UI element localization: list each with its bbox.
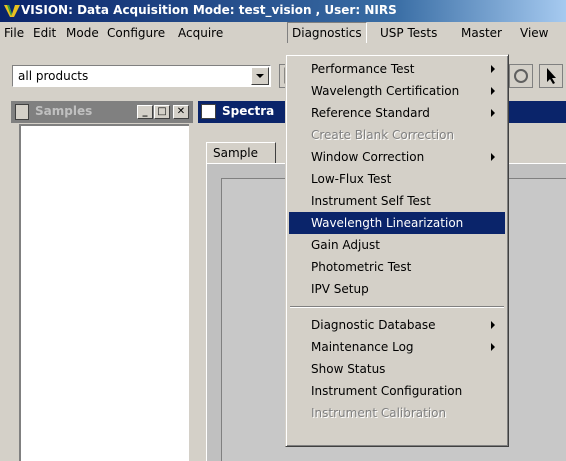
menu-item-label: Reference Standard (311, 106, 430, 120)
product-combo-value: all products (18, 69, 89, 83)
window-title: VISION: Data Acquisition Mode: test_visi… (21, 3, 397, 17)
menu-item-label: Window Correction (311, 150, 425, 164)
tab-sample[interactable]: Sample (206, 142, 276, 164)
toolbar-disc-button[interactable] (509, 64, 533, 88)
samples-panel-header: Samples _ □ ✕ (11, 101, 193, 123)
menu-item-show-status[interactable]: Show Status (289, 358, 505, 380)
menu-item-label: Photometric Test (311, 260, 412, 274)
menu-master[interactable]: Master (461, 25, 502, 41)
menu-item-label: Create Blank Correction (311, 128, 455, 142)
menu-item-window-correction[interactable]: Window Correction (289, 146, 505, 168)
vision-logo-icon (4, 5, 20, 17)
combo-dropdown-button[interactable] (251, 67, 269, 85)
menu-bar: File Edit Mode Configure Acquire Diagnos… (0, 22, 566, 43)
menu-item-label: Show Status (311, 362, 386, 376)
menu-item-performance-test[interactable]: Performance Test (289, 58, 505, 80)
submenu-arrow-icon (491, 343, 495, 351)
diagnostics-menu: Performance Test Wavelength Certificatio… (285, 54, 509, 447)
spectra-chart-icon (201, 104, 216, 119)
menu-item-label: Performance Test (311, 62, 415, 76)
menu-diagnostics[interactable]: Diagnostics (287, 22, 367, 43)
submenu-arrow-icon (491, 87, 495, 95)
menu-item-ipv-setup[interactable]: IPV Setup (289, 278, 505, 300)
menu-mode[interactable]: Mode (66, 25, 99, 41)
submenu-arrow-icon (491, 65, 495, 73)
menu-view[interactable]: View (520, 25, 548, 41)
menu-item-label: IPV Setup (311, 282, 369, 296)
close-button[interactable]: ✕ (173, 105, 189, 119)
menu-item-reference-standard[interactable]: Reference Standard (289, 102, 505, 124)
menu-item-wavelength-certification[interactable]: Wavelength Certification (289, 80, 505, 102)
pointer-icon (547, 68, 556, 84)
menu-item-instrument-self-test[interactable]: Instrument Self Test (289, 190, 505, 212)
toolbar-pointer-button[interactable] (539, 64, 563, 88)
submenu-arrow-icon (491, 109, 495, 117)
menu-acquire[interactable]: Acquire (178, 25, 223, 41)
menu-item-low-flux-test[interactable]: Low-Flux Test (289, 168, 505, 190)
menu-configure[interactable]: Configure (107, 25, 165, 41)
restore-button[interactable]: □ (154, 105, 170, 119)
menu-usp-tests[interactable]: USP Tests (380, 25, 437, 41)
menu-item-label: Wavelength Linearization (311, 216, 464, 230)
menu-item-wavelength-linearization[interactable]: Wavelength Linearization (289, 212, 505, 234)
menu-item-label: Diagnostic Database (311, 318, 436, 332)
menu-item-create-blank-correction: Create Blank Correction (289, 124, 505, 146)
menu-item-maintenance-log[interactable]: Maintenance Log (289, 336, 505, 358)
menu-edit[interactable]: Edit (33, 25, 56, 41)
menu-separator (290, 306, 504, 308)
menu-item-label: Instrument Self Test (311, 194, 431, 208)
menu-item-diagnostic-database[interactable]: Diagnostic Database (289, 314, 505, 336)
menu-item-label: Low-Flux Test (311, 172, 392, 186)
menu-item-label: Gain Adjust (311, 238, 380, 252)
submenu-arrow-icon (491, 153, 495, 161)
menu-item-instrument-calibration: Instrument Calibration (289, 402, 505, 424)
samples-panel: Samples _ □ ✕ (11, 101, 193, 461)
menu-item-photometric-test[interactable]: Photometric Test (289, 256, 505, 278)
menu-item-gain-adjust[interactable]: Gain Adjust (289, 234, 505, 256)
chevron-down-icon (256, 74, 264, 78)
product-combo[interactable]: all products (12, 65, 271, 87)
menu-item-label: Wavelength Certification (311, 84, 460, 98)
menu-file[interactable]: File (4, 25, 24, 41)
menu-item-label: Instrument Calibration (311, 406, 447, 420)
menu-item-label: Instrument Configuration (311, 384, 463, 398)
spectra-window-title: Spectra (222, 104, 275, 118)
samples-list[interactable] (19, 124, 189, 461)
minimize-button[interactable]: _ (137, 105, 153, 119)
disc-icon (514, 69, 528, 83)
submenu-arrow-icon (491, 321, 495, 329)
menu-item-instrument-configuration[interactable]: Instrument Configuration (289, 380, 505, 402)
samples-icon (15, 104, 29, 120)
menu-item-label: Maintenance Log (311, 340, 414, 354)
samples-panel-title: Samples (35, 104, 93, 118)
title-bar: VISION: Data Acquisition Mode: test_visi… (0, 0, 566, 22)
